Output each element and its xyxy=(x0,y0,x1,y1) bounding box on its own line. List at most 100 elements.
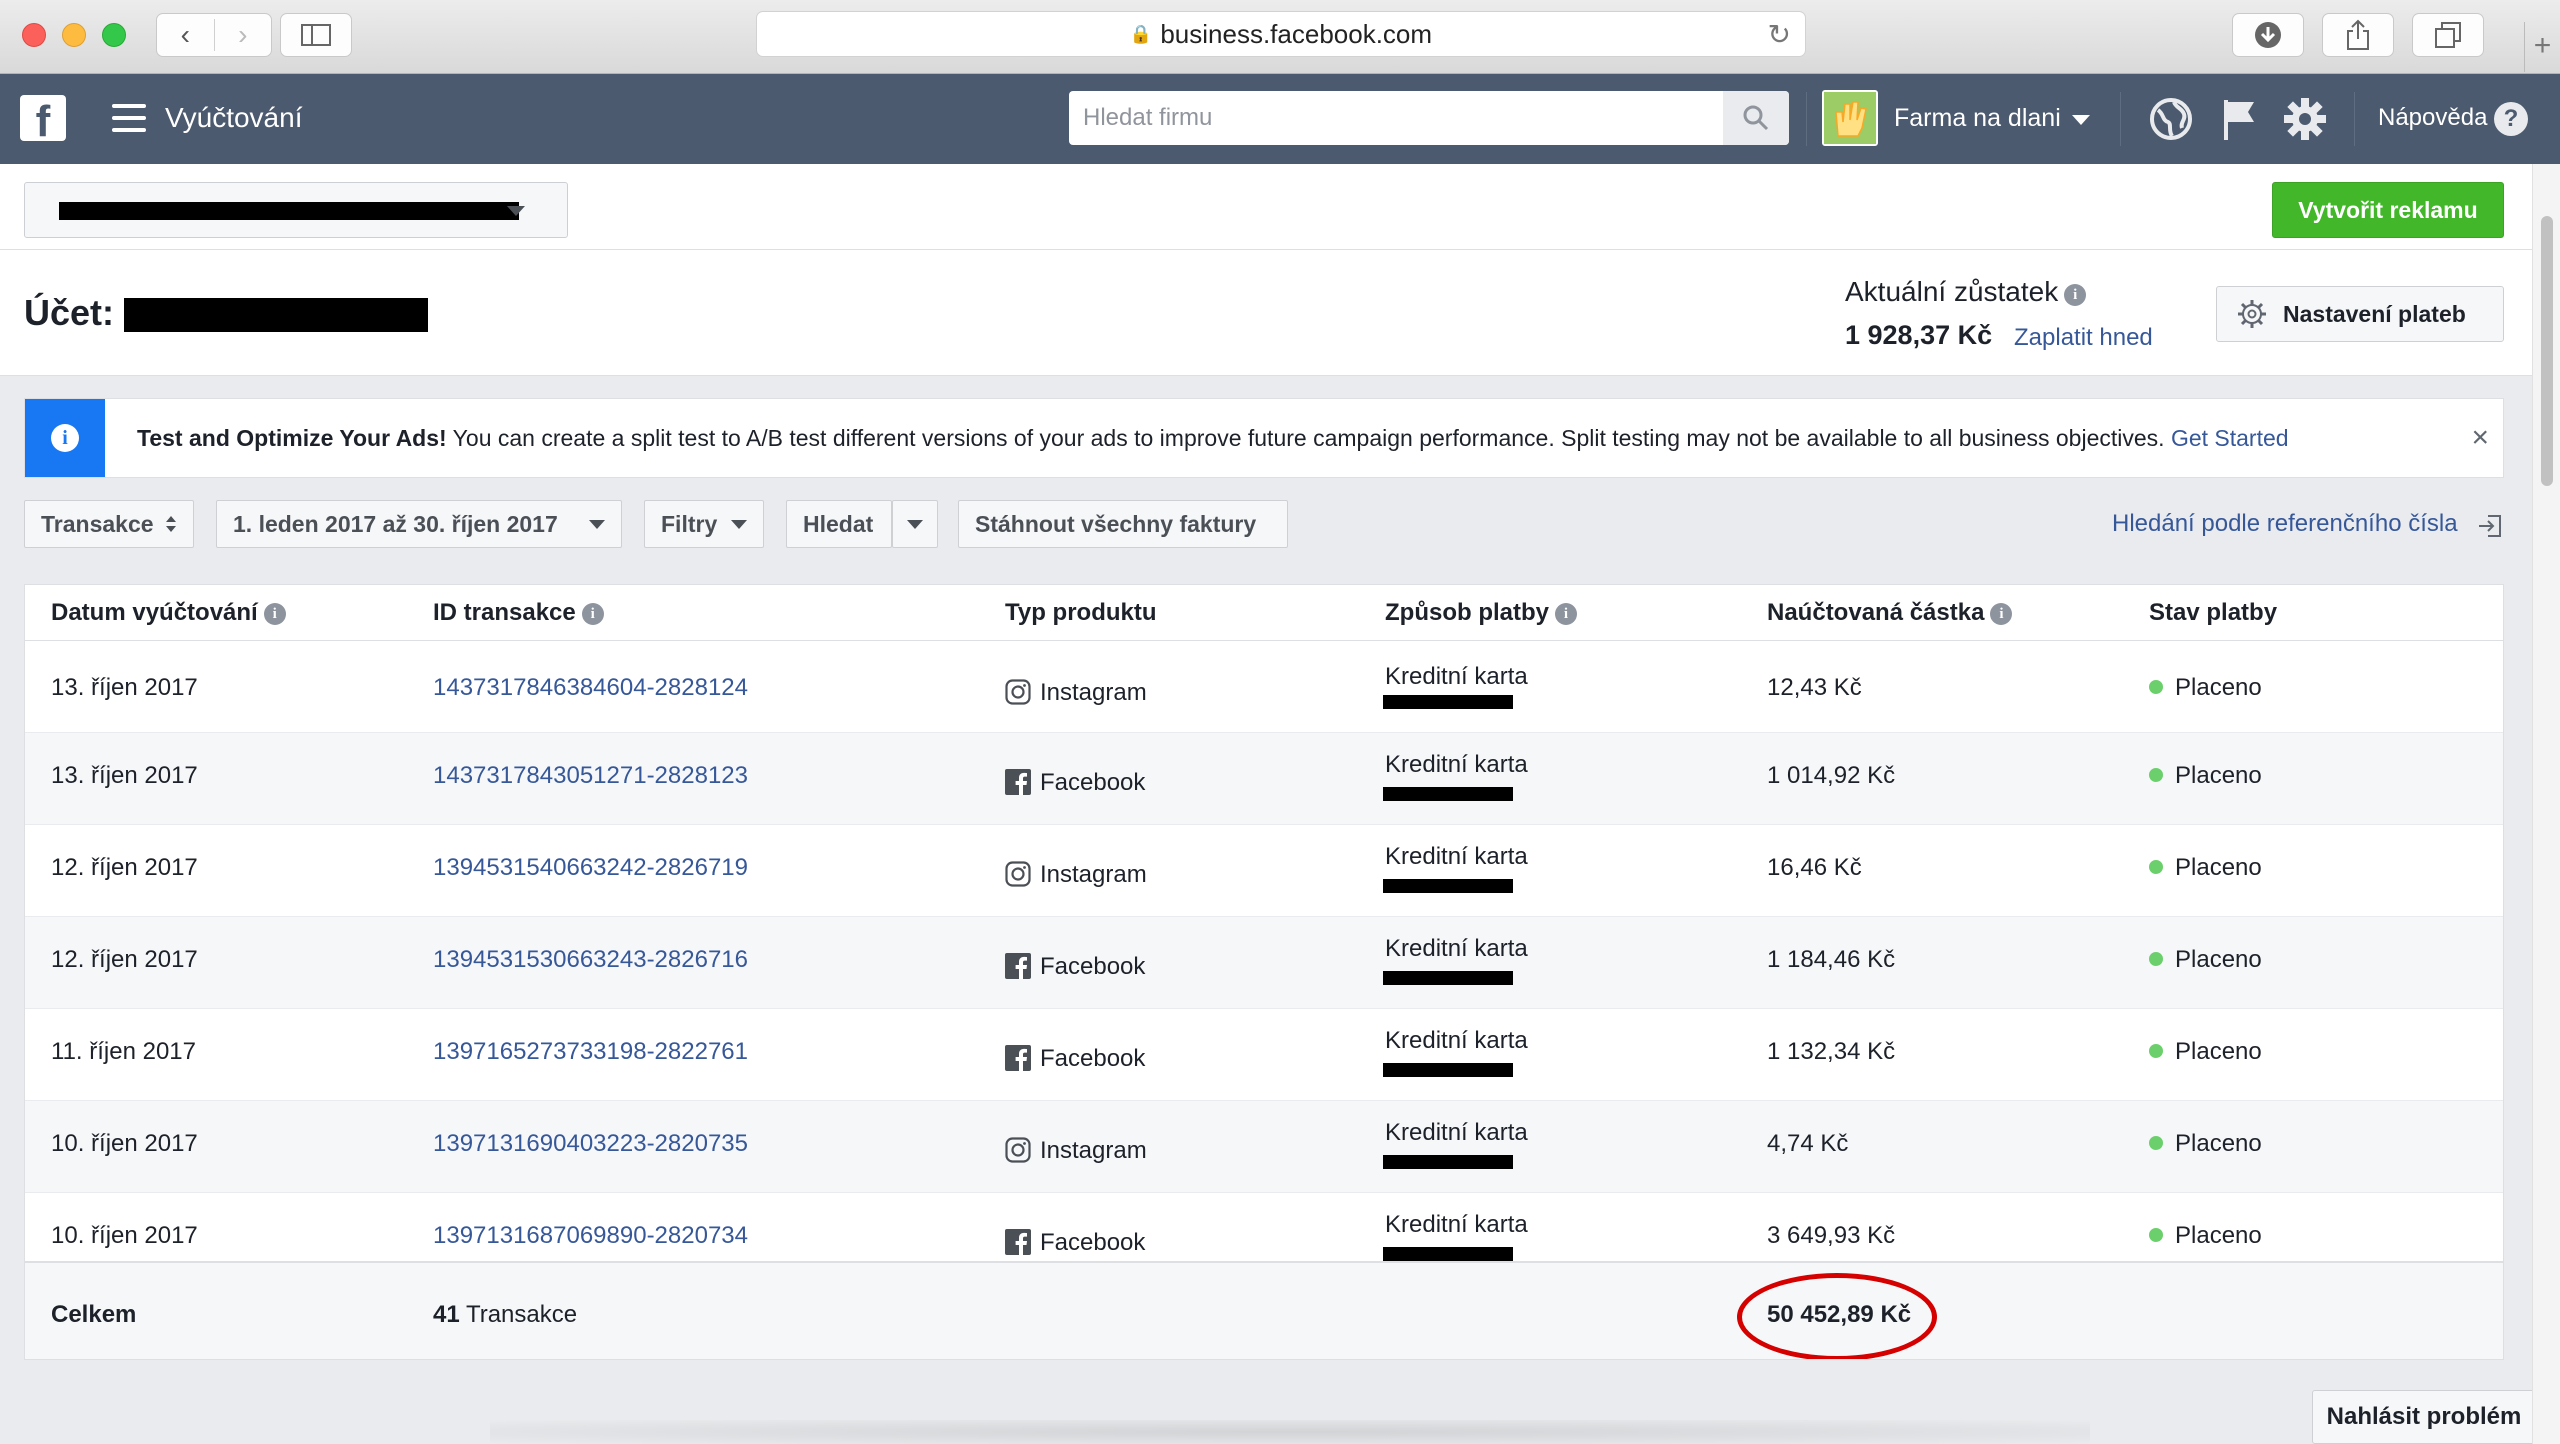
chevron-down-icon[interactable] xyxy=(2072,115,2090,125)
column-header-status[interactable]: Stav platby xyxy=(2149,599,2277,627)
date-range-label: 1. leden 2017 až 30. říjen 2017 xyxy=(233,510,558,537)
chevron-down-icon xyxy=(907,519,923,529)
table-row: 11. říjen 2017 1397165273733198-2822761 … xyxy=(25,1009,2503,1101)
row-payment-method: Kreditní karta xyxy=(1385,1027,1528,1054)
reload-icon[interactable]: ↻ xyxy=(1768,18,1791,51)
transaction-id-link[interactable]: 1394531540663242-2826719 xyxy=(433,854,748,882)
row-amount: 16,46 Kč xyxy=(1767,854,1862,881)
business-search-input[interactable] xyxy=(1069,91,1723,145)
reference-number-search-link[interactable]: Hledání podle referenčního čísla xyxy=(2112,510,2458,538)
forward-button[interactable]: › xyxy=(215,19,272,51)
row-product: Facebook xyxy=(1005,953,1145,981)
filters-button[interactable]: Filtry xyxy=(644,500,764,548)
scrollbar-thumb[interactable] xyxy=(2541,216,2553,486)
flag-icon[interactable] xyxy=(2216,96,2262,142)
download-icon xyxy=(2255,22,2281,48)
total-label: Celkem xyxy=(51,1301,137,1328)
ad-account-dropdown[interactable] xyxy=(24,182,568,238)
payment-settings-button[interactable]: Nastavení plateb xyxy=(2216,286,2504,342)
column-header-payment[interactable]: Způsob platby i xyxy=(1385,599,1577,627)
transaction-type-select[interactable]: Transakce xyxy=(24,500,194,548)
row-amount: 1 184,46 Kč xyxy=(1767,946,1896,973)
menu-icon[interactable] xyxy=(112,104,146,132)
status-dot-icon xyxy=(2149,680,2163,694)
column-header-amount[interactable]: Naúčtovaná částka i xyxy=(1767,599,2013,627)
sign-in-icon[interactable] xyxy=(2476,512,2504,540)
facebook-icon xyxy=(1005,953,1031,979)
address-bar[interactable]: 🔒 business.facebook.com ↻ xyxy=(756,11,1806,57)
pay-now-link[interactable]: Zaplatit hned xyxy=(2014,324,2153,352)
search-button[interactable]: Hledat xyxy=(786,500,892,548)
info-icon[interactable]: i xyxy=(263,603,286,625)
redacted-card-number xyxy=(1383,1063,1513,1077)
back-button[interactable]: ‹ xyxy=(157,19,215,51)
download-invoices-button[interactable]: Stáhnout všechny faktury xyxy=(958,500,1288,548)
sidebar-toggle-button[interactable] xyxy=(280,13,352,57)
close-window-button[interactable] xyxy=(22,23,46,47)
row-product: Instagram xyxy=(1005,679,1147,707)
tabs-overview-button[interactable] xyxy=(2412,13,2484,57)
column-header-date[interactable]: Datum vyúčtování i xyxy=(51,599,286,627)
download-invoices-label: Stáhnout všechny faktury xyxy=(975,510,1257,537)
search-options-dropdown[interactable] xyxy=(892,500,938,548)
transaction-id-link[interactable]: 1397165273733198-2822761 xyxy=(433,1038,748,1066)
help-icon[interactable]: ? xyxy=(2494,102,2528,136)
shadow xyxy=(490,1420,2090,1444)
help-link[interactable]: Nápověda xyxy=(2378,104,2487,132)
transaction-count: 41 Transakce xyxy=(433,1301,577,1329)
table-row: 10. říjen 2017 1397131690403223-2820735 … xyxy=(25,1101,2503,1193)
info-icon[interactable]: i xyxy=(1555,603,1577,625)
new-tab-button[interactable]: + xyxy=(2524,22,2560,72)
share-button[interactable] xyxy=(2322,13,2394,57)
gear-icon[interactable] xyxy=(2282,96,2328,142)
transaction-id-link[interactable]: 1437317843051271-2828123 xyxy=(433,762,748,790)
table-row: 13. říjen 2017 1437317843051271-2828123 … xyxy=(25,733,2503,825)
row-payment-method: Kreditní karta xyxy=(1385,751,1528,778)
date-range-picker[interactable]: 1. leden 2017 až 30. říjen 2017 xyxy=(216,500,622,548)
scrollbar[interactable] xyxy=(2532,164,2560,1444)
count-label: Transakce xyxy=(465,1301,578,1328)
transaction-id-link[interactable]: 1394531530663243-2826716 xyxy=(433,946,748,974)
instagram-icon xyxy=(1005,679,1031,705)
column-header-id[interactable]: ID transakce i xyxy=(433,599,604,627)
create-ad-button[interactable]: Vytvořit reklamu xyxy=(2272,182,2504,238)
search-button[interactable] xyxy=(1723,91,1789,145)
account-summary: Účet: Aktuální zůstatek i 1 928,37 Kč Zap… xyxy=(0,250,2532,376)
product-name: Instagram xyxy=(1040,679,1147,706)
info-icon[interactable]: i xyxy=(1990,603,2013,625)
filters-label: Filtry xyxy=(661,510,718,537)
account-selector-bar: Vytvořit reklamu xyxy=(0,164,2532,250)
header-text: Způsob platby xyxy=(1385,599,1549,626)
get-started-link[interactable]: Get Started xyxy=(2171,425,2289,451)
tabs-icon xyxy=(2435,22,2461,48)
header-text: Naúčtovaná částka xyxy=(1767,599,1985,626)
business-avatar[interactable] xyxy=(1822,90,1878,146)
gear-icon xyxy=(2238,300,2266,328)
row-product: Facebook xyxy=(1005,1045,1145,1073)
zoom-window-button[interactable] xyxy=(102,23,126,47)
row-product: Instagram xyxy=(1005,861,1147,889)
info-icon[interactable]: i xyxy=(581,603,604,625)
row-product: Instagram xyxy=(1005,1137,1147,1165)
product-name: Facebook xyxy=(1040,769,1146,796)
account-label: Účet: xyxy=(24,292,115,333)
info-icon[interactable]: i xyxy=(2064,284,2087,306)
table-row: 12. říjen 2017 1394531530663243-2826716 … xyxy=(25,917,2503,1009)
column-header-product[interactable]: Typ produktu xyxy=(1005,599,1157,627)
downloads-button[interactable] xyxy=(2232,13,2304,57)
back-forward-buttons: ‹ › xyxy=(156,13,272,57)
business-name[interactable]: Farma na dlani xyxy=(1894,104,2061,133)
table-row: 13. říjen 2017 1437317846384604-2828124 … xyxy=(25,641,2503,733)
split-test-banner: i Test and Optimize Your Ads! You can cr… xyxy=(24,398,2504,478)
business-search xyxy=(1069,91,1789,145)
facebook-logo-icon[interactable]: f xyxy=(20,95,66,141)
transaction-id-link[interactable]: 1397131690403223-2820735 xyxy=(433,1130,748,1158)
report-problem-button[interactable]: Nahlásit problém xyxy=(2312,1390,2536,1444)
transaction-id-link[interactable]: 1397131687069890-2820734 xyxy=(433,1222,748,1250)
redacted-card-number xyxy=(1383,787,1513,801)
globe-icon[interactable] xyxy=(2148,96,2194,142)
transaction-id-link[interactable]: 1437317846384604-2828124 xyxy=(433,674,748,702)
minimize-window-button[interactable] xyxy=(62,23,86,47)
banner-body: You can create a split test to A/B test … xyxy=(452,425,2165,451)
close-icon[interactable]: × xyxy=(2471,421,2489,455)
